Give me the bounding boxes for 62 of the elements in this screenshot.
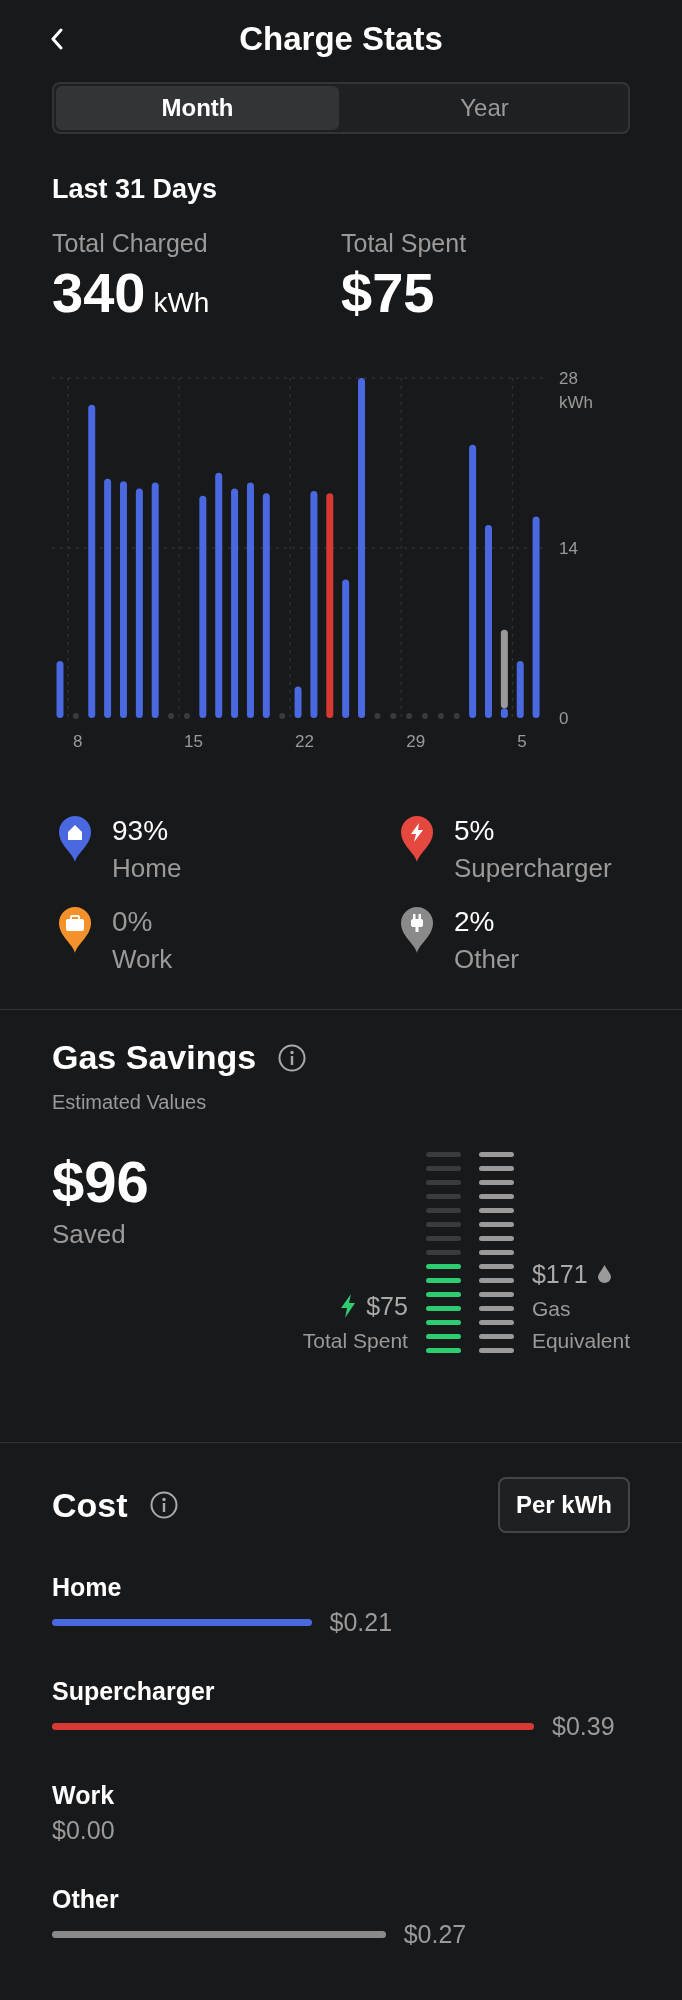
source-percent: 2% (454, 906, 496, 938)
x-axis-label: 29 (406, 732, 426, 751)
empty-day-dot (422, 713, 428, 719)
empty-day-dot (390, 713, 397, 719)
back-icon[interactable] (50, 28, 64, 50)
source-label: Work (112, 944, 173, 975)
section-subtitle: Estimated Values (52, 1091, 208, 1114)
y-axis-unit: kWh (559, 393, 593, 412)
empty-day-dot (72, 713, 79, 719)
cost-label: Supercharger (52, 1677, 216, 1706)
cost-value: $0.39 (552, 1712, 615, 1741)
x-axis-label: 5 (517, 732, 527, 751)
period-tab[interactable]: Year (343, 86, 626, 130)
period-tab[interactable]: Month (56, 86, 339, 130)
source-percent: 93% (112, 815, 170, 847)
gas-label: Equivalent (531, 1328, 630, 1353)
info-icon[interactable] (278, 1043, 307, 1072)
y-axis-label: 28 (559, 369, 578, 388)
x-axis-label: 8 (72, 732, 83, 751)
section-title: Gas Savings (52, 1038, 257, 1077)
section-title: Cost (52, 1485, 128, 1525)
empty-day-dot (168, 713, 175, 719)
saved-amount: $96 (52, 1148, 149, 1215)
total-value: $75 (341, 260, 436, 325)
x-axis-label: 22 (295, 732, 315, 751)
empty-day-dot (437, 713, 444, 719)
period-heading: Last 31 Days (52, 174, 219, 205)
unit-button[interactable]: Per kWh (497, 1477, 630, 1533)
y-axis-label: 0 (559, 709, 569, 728)
info-icon[interactable] (149, 1491, 178, 1519)
cost-value: $0.27 (403, 1920, 467, 1949)
total-value: 340 kWh (52, 260, 211, 325)
source-percent: 5% (454, 815, 496, 847)
cost-label: Home (52, 1573, 123, 1602)
source-label: Home (112, 853, 182, 884)
x-axis-label: 15 (184, 732, 203, 751)
total-label: Total Spent (341, 229, 468, 258)
bar (56, 660, 64, 718)
empty-day-dot (453, 713, 460, 719)
y-axis-label: 14 (559, 539, 578, 558)
cost-label: Work (52, 1781, 116, 1810)
cost-value: $0.00 (52, 1816, 115, 1845)
empty-day-dot (374, 713, 381, 719)
gas-label: Gas (531, 1296, 572, 1321)
cost-value: $0.21 (329, 1608, 393, 1637)
source-label: Supercharger (454, 853, 612, 884)
source-label: Other (454, 944, 520, 975)
empty-day-dot (279, 713, 286, 719)
empty-day-dot (406, 713, 413, 719)
saved-label: Saved (52, 1219, 127, 1250)
gas-amount: $171 (531, 1259, 588, 1289)
total-label: Total Charged (52, 229, 209, 258)
source-percent: 0% (112, 906, 154, 938)
spent-label: Total Spent (302, 1328, 408, 1353)
bar (294, 686, 302, 718)
bar (516, 660, 524, 718)
bolt-icon (340, 1294, 357, 1318)
drop-icon (597, 1265, 611, 1283)
empty-day-dot (183, 713, 190, 719)
spent-amount: $75 (366, 1291, 408, 1321)
cost-label: Other (52, 1885, 120, 1914)
page-title: Charge Stats (239, 20, 443, 58)
